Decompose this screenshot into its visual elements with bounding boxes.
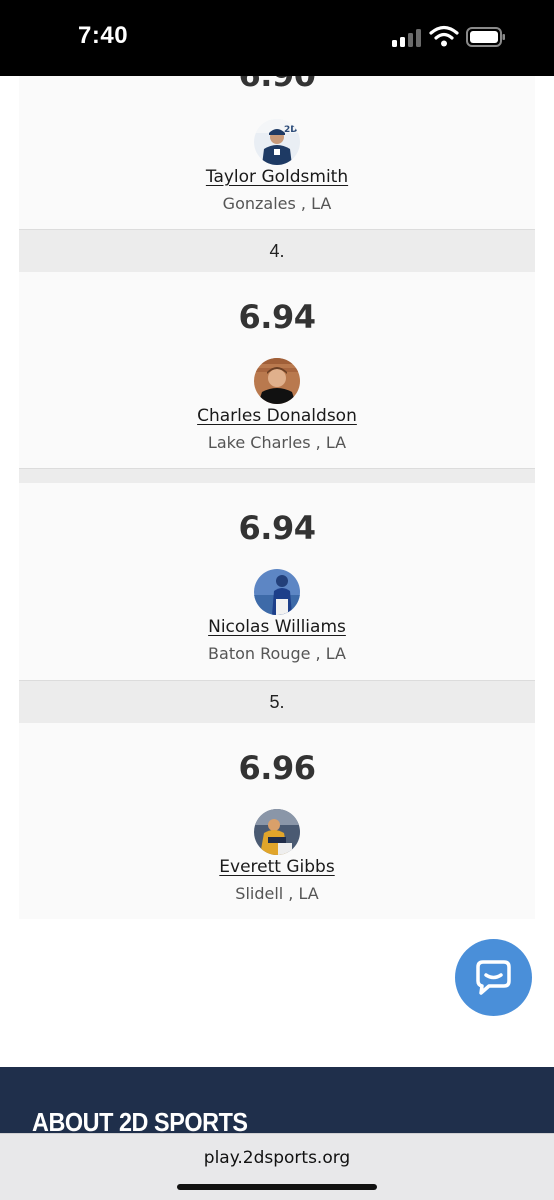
svg-text:2D: 2D xyxy=(284,125,298,135)
rank-header xyxy=(19,468,535,483)
chat-button[interactable] xyxy=(455,939,532,1016)
player-avatar[interactable] xyxy=(254,809,300,855)
player-card: 6.90 2D Taylor Goldsmith Gonzales , LA xyxy=(19,76,535,229)
player-card: 6.94 Nicolas Williams Baton Rouge , LA xyxy=(19,483,535,680)
status-bar: 7:40 xyxy=(0,0,554,76)
wifi-icon xyxy=(429,25,459,47)
player-name-link[interactable]: Everett Gibbs xyxy=(19,857,535,877)
signal-icon xyxy=(392,29,422,47)
player-time: 6.94 xyxy=(238,298,316,336)
player-avatar[interactable]: 2D xyxy=(254,119,300,165)
player-avatar[interactable] xyxy=(254,358,300,404)
rank-header: 4. xyxy=(19,229,535,272)
player-location: Slidell , LA xyxy=(235,884,319,903)
player-location: Gonzales , LA xyxy=(222,194,332,213)
player-time: 6.94 xyxy=(238,509,316,547)
player-name-link[interactable]: Nicolas Williams xyxy=(19,617,535,637)
home-indicator[interactable] xyxy=(177,1184,377,1190)
rank-header: 5. xyxy=(19,680,535,723)
status-time: 7:40 xyxy=(78,22,129,49)
url-text[interactable]: play.2dsports.org xyxy=(0,1148,554,1168)
player-name-link[interactable]: Taylor Goldsmith xyxy=(19,167,535,187)
player-card: 6.94 Charles Donaldson Lake Charles , LA xyxy=(19,272,535,468)
player-location: Baton Rouge , LA xyxy=(208,644,346,663)
player-location: Lake Charles , LA xyxy=(207,433,347,452)
player-time: 6.96 xyxy=(238,749,316,787)
player-card: 6.96 Everett Gibbs Slidell , LA xyxy=(19,723,535,919)
browser-address-bar[interactable]: play.2dsports.org xyxy=(0,1133,554,1200)
battery-icon xyxy=(466,27,505,47)
player-name-link[interactable]: Charles Donaldson xyxy=(19,406,535,426)
player-avatar[interactable] xyxy=(254,569,300,615)
player-time: 6.90 xyxy=(19,76,535,94)
leaderboard-page: 6.90 2D Taylor Goldsmith Gonzales , LA 4… xyxy=(0,0,554,1200)
chat-bubble-icon xyxy=(476,960,511,995)
